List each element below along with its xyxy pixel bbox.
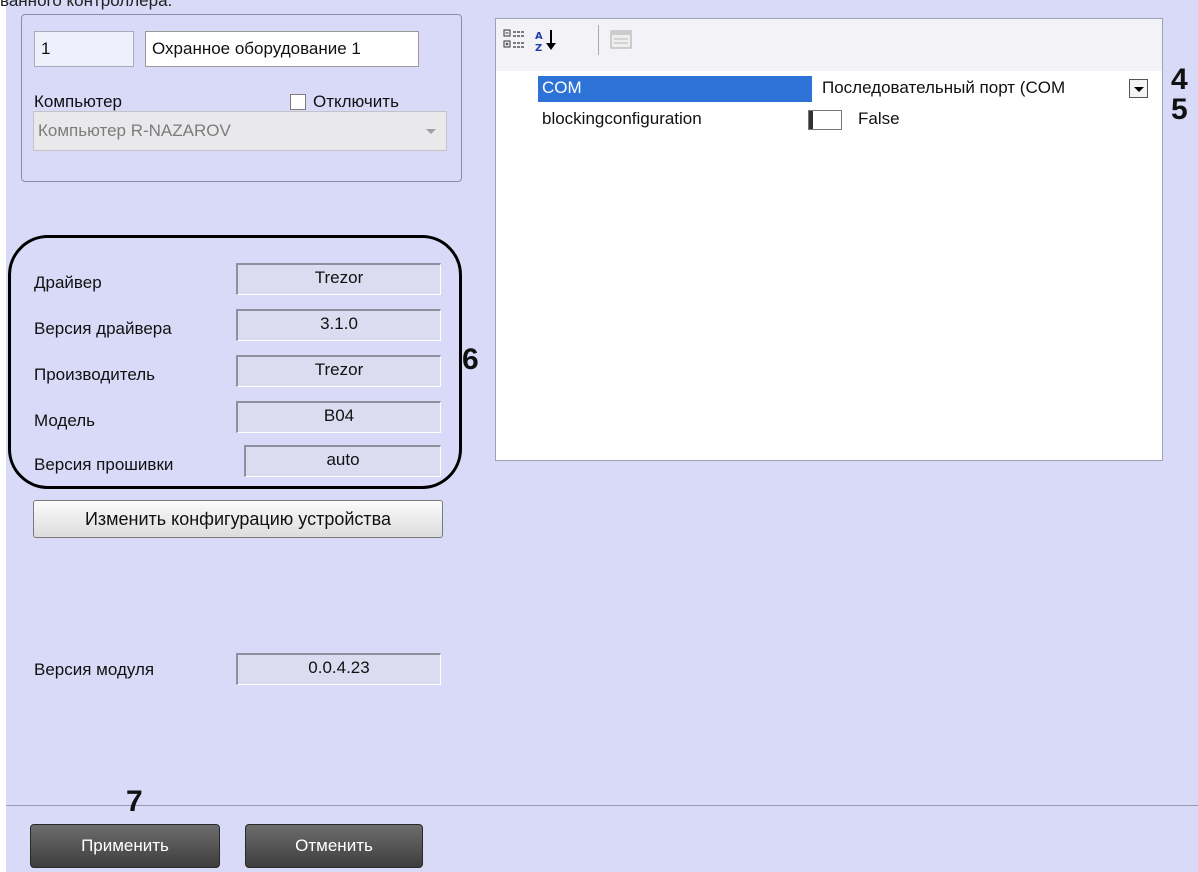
property-row-com[interactable]: COM Последовательный порт (COM: [496, 76, 1162, 102]
callout-7: 7: [126, 785, 143, 818]
driver-value: Trezor: [236, 263, 441, 295]
chevron-down-icon: [426, 129, 436, 134]
change-configuration-button[interactable]: Изменить конфигурацию устройства: [33, 500, 443, 538]
property-value: Последовательный порт (COM: [822, 78, 1066, 97]
disable-checkbox-label: Отключить: [313, 92, 399, 111]
model-label: Модель: [34, 411, 96, 430]
apply-button[interactable]: Применить: [30, 824, 220, 868]
computer-label: Компьютер: [34, 92, 122, 111]
module-version-label: Версия модуля: [34, 660, 155, 679]
property-pages-icon: [610, 30, 632, 49]
disable-checkbox[interactable]: [290, 94, 306, 110]
manufacturer-value: Trezor: [236, 355, 441, 387]
property-value: False: [858, 109, 900, 128]
object-name-field[interactable]: Охранное оборудование 1: [145, 31, 419, 67]
boolean-checkbox[interactable]: [808, 110, 842, 130]
driver-version-value: 3.1.0: [236, 309, 441, 341]
driver-version-label: Версия драйвера: [34, 319, 172, 338]
svg-text:A: A: [535, 31, 543, 42]
toolbar-separator: [598, 25, 599, 55]
property-grid: A Z COM Последовательный порт (COM block…: [495, 18, 1163, 461]
dropdown-button[interactable]: [1129, 79, 1148, 98]
computer-select-value: Компьютер R-NAZAROV: [38, 121, 231, 140]
property-row-blockingconfiguration[interactable]: blockingconfiguration False: [496, 107, 1162, 133]
disable-checkbox-group[interactable]: Отключить: [290, 92, 399, 112]
svg-text:Z: Z: [535, 43, 542, 52]
cut-off-caption: ванного контроллера.: [0, 0, 173, 10]
property-grid-toolbar: A Z: [496, 19, 1162, 71]
driver-label: Драйвер: [34, 273, 102, 292]
callout-4: 4: [1171, 63, 1188, 96]
callout-6: 6: [462, 343, 479, 376]
categorized-view-icon[interactable]: [503, 28, 527, 52]
property-name: COM: [542, 78, 582, 97]
object-id-field[interactable]: 1: [34, 31, 134, 67]
property-name: blockingconfiguration: [542, 109, 702, 128]
firmware-version-value: auto: [244, 445, 441, 477]
cancel-button[interactable]: Отменить: [245, 824, 423, 868]
manufacturer-label: Производитель: [34, 365, 156, 384]
footer-divider: [6, 805, 1198, 806]
callout-5: 5: [1171, 93, 1188, 126]
model-value: B04: [236, 401, 441, 433]
sort-alphabetical-icon[interactable]: A Z: [534, 28, 558, 52]
module-version-value: 0.0.4.23: [236, 653, 441, 685]
firmware-version-label: Версия прошивки: [34, 455, 174, 474]
computer-select: Компьютер R-NAZAROV: [33, 111, 447, 151]
